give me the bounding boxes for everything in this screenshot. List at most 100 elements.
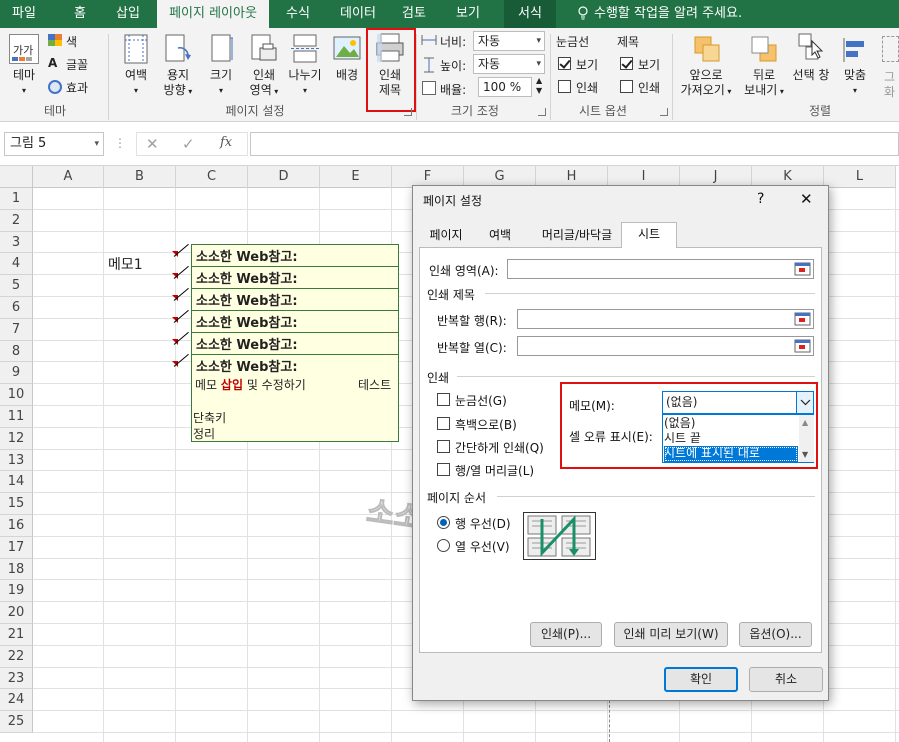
tab-view[interactable]: 보기 (448, 0, 488, 28)
headings-checkbox[interactable] (437, 463, 450, 476)
draft-checkbox[interactable] (437, 440, 450, 453)
memo-box[interactable]: 소소한 Web참고: (191, 354, 399, 378)
colors-button[interactable]: 색 (66, 33, 77, 50)
insert-function-icon[interactable]: fx (220, 135, 232, 150)
column-header-a[interactable]: A (33, 166, 104, 188)
size-button[interactable]: 크기 (201, 68, 241, 83)
rows-repeat-input[interactable] (517, 309, 814, 329)
scale-spinner[interactable]: ▲ ▼ (536, 76, 542, 96)
row-header-8[interactable]: 8 (0, 340, 33, 363)
tell-me-box[interactable]: 수행할 작업을 알려 주세요. (594, 0, 754, 28)
row-header-3[interactable]: 3 (0, 231, 33, 254)
print-preview-button[interactable]: 인쇄 미리 보기(W) (614, 622, 728, 647)
fonts-button[interactable]: 글꼴 (66, 56, 88, 73)
print-area-button[interactable]: 인쇄 (244, 68, 284, 83)
select-all-corner[interactable] (0, 166, 33, 188)
row-header-18[interactable]: 18 (0, 558, 33, 581)
orientation-button[interactable]: 용지 (158, 68, 198, 83)
gridlines-view-checkbox[interactable] (558, 57, 571, 70)
effects-button[interactable]: 효과 (66, 79, 88, 96)
headings-view-checkbox[interactable] (620, 57, 633, 70)
tab-margins[interactable]: 여백 (475, 224, 525, 248)
page-setup-launcher-icon[interactable] (404, 108, 412, 116)
scale-input[interactable]: 100 % (478, 77, 532, 97)
row-header-4[interactable]: 4 (0, 253, 33, 276)
row-header-10[interactable]: 10 (0, 384, 33, 406)
column-header-d[interactable]: D (248, 166, 320, 188)
column-header-l[interactable]: L (824, 166, 896, 188)
breaks-button[interactable]: 나누기 (285, 68, 325, 83)
align-button[interactable]: 맞춤 (836, 68, 874, 83)
cancel-button[interactable]: 취소 (749, 667, 823, 692)
row-header-9[interactable]: 9 (0, 362, 33, 385)
headings-print-checkbox[interactable] (620, 80, 633, 93)
column-header-c[interactable]: C (176, 166, 248, 188)
row-header-5[interactable]: 5 (0, 275, 33, 297)
row-header-14[interactable]: 14 (0, 471, 33, 494)
print-button[interactable]: 인쇄(P)... (530, 622, 602, 647)
tab-home[interactable]: 홈 (60, 0, 100, 28)
tab-sheet[interactable]: 시트 (621, 222, 677, 248)
cell-b4[interactable]: 메모1 (108, 254, 143, 274)
row-header-23[interactable]: 23 (0, 667, 33, 690)
ok-button[interactable]: 확인 (664, 667, 738, 692)
range-select-icon[interactable] (794, 311, 811, 327)
row-header-24[interactable]: 24 (0, 689, 33, 712)
down-then-over-radio[interactable] (437, 516, 450, 529)
memo-box[interactable]: 소소한 Web참고: (191, 266, 399, 290)
print-area-input[interactable] (507, 259, 814, 279)
tab-page-layout[interactable]: 페이지 레이아웃 (157, 0, 269, 28)
row-header-15[interactable]: 15 (0, 493, 33, 515)
row-header-16[interactable]: 16 (0, 515, 33, 537)
selection-pane-button[interactable]: 선택 창 (786, 68, 836, 83)
row-header-20[interactable]: 20 (0, 602, 33, 624)
margins-button[interactable]: 여백 (116, 68, 156, 83)
help-button[interactable]: ? (757, 191, 764, 207)
column-header-e[interactable]: E (320, 166, 392, 188)
row-header-2[interactable]: 2 (0, 209, 33, 232)
column-header-b[interactable]: B (104, 166, 176, 188)
row-header-6[interactable]: 6 (0, 297, 33, 319)
row-header-17[interactable]: 17 (0, 536, 33, 559)
cols-repeat-input[interactable] (517, 336, 814, 356)
row-header-12[interactable]: 12 (0, 427, 33, 450)
width-select[interactable]: 자동 ▾ (473, 31, 545, 51)
height-select[interactable]: 자동 ▾ (473, 54, 545, 74)
scale-launcher-icon[interactable] (538, 108, 546, 116)
gridlines-print-checkbox[interactable] (558, 80, 571, 93)
tab-data[interactable]: 데이터 (333, 0, 383, 28)
memo-box[interactable]: 소소한 Web참고: (191, 310, 399, 334)
tab-page[interactable]: 페이지 (423, 224, 469, 248)
row-header-19[interactable]: 19 (0, 580, 33, 603)
range-select-icon[interactable] (794, 338, 811, 354)
row-header-22[interactable]: 22 (0, 645, 33, 668)
bring-forward-button[interactable]: 앞으로 (676, 68, 736, 83)
over-then-down-radio[interactable] (437, 539, 450, 552)
tab-formulas[interactable]: 수식 (278, 0, 318, 28)
range-select-icon[interactable] (794, 261, 811, 277)
row-header-25[interactable]: 25 (0, 711, 33, 733)
row-header-13[interactable]: 13 (0, 449, 33, 472)
tab-review[interactable]: 검토 (394, 0, 434, 28)
theme-label[interactable]: 테마 (4, 68, 44, 83)
sheet-options-launcher-icon[interactable] (660, 108, 668, 116)
row-header-11[interactable]: 11 (0, 406, 33, 428)
close-button[interactable]: ✕ (800, 190, 813, 208)
memo-box[interactable]: 소소한 Web참고: (191, 244, 399, 268)
row-header-21[interactable]: 21 (0, 624, 33, 646)
black-white-checkbox[interactable] (437, 417, 450, 430)
gridlines-checkbox[interactable] (437, 393, 450, 406)
formula-input[interactable] (250, 132, 899, 156)
tab-insert[interactable]: 삽입 (108, 0, 148, 28)
theme-icon[interactable]: 가가 (9, 34, 39, 64)
tab-header-footer[interactable]: 머리글/바닥글 (531, 224, 623, 248)
cancel-icon[interactable]: ✕ (146, 135, 159, 153)
background-button[interactable]: 배경 (327, 68, 367, 83)
row-header-7[interactable]: 7 (0, 318, 33, 341)
options-button[interactable]: 옵션(O)... (739, 622, 812, 647)
enter-icon[interactable]: ✓ (182, 135, 195, 153)
tab-file[interactable]: 파일 (0, 0, 48, 28)
name-box[interactable]: 그림 5 ▾ (4, 132, 104, 156)
memo-box[interactable]: 소소한 Web참고: (191, 332, 399, 356)
send-backward-button[interactable]: 뒤로 (734, 68, 794, 83)
